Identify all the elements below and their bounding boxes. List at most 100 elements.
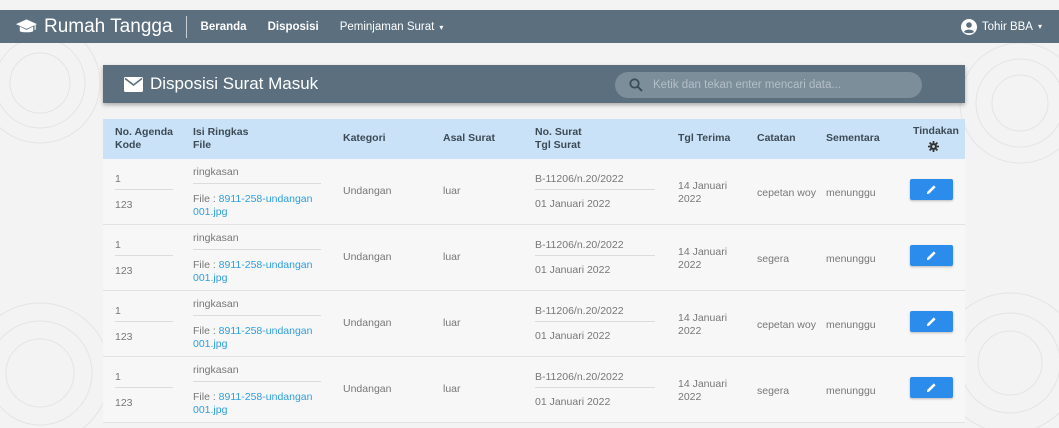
search-input[interactable] [653,79,903,91]
user-menu[interactable]: Tohir BBA ▾ [960,10,1042,43]
cell-divider [535,189,655,190]
cell-tgl-terima: 14 Januari 2022 [678,246,727,272]
nav-link-disposisi[interactable]: Disposisi [268,21,319,33]
file-link-ext[interactable]: 001.jpg [193,272,227,284]
file-prefix: File : [193,193,219,205]
cell-catatan: segera [757,385,790,397]
header-asal-surat[interactable]: Asal Surat [443,132,495,145]
pencil-icon [926,185,936,195]
cell-divider [115,387,173,388]
tgl-terima-line1: 14 Januari [678,378,728,390]
cell-catatan: cepetan woy [757,319,816,331]
file-link[interactable]: 8911-258-undangan [219,193,313,205]
user-circle-icon [960,18,977,35]
cell-agenda: 1 [115,239,121,251]
file-prefix: File : [193,259,219,271]
cell-divider [535,387,655,388]
header-tindakan: Tindakan [913,125,959,156]
cell-kategori: Undangan [343,383,392,395]
cell-file: File : 8911-258-undangan 001.jpg [193,391,312,417]
cell-kode: 123 [115,397,133,409]
file-link[interactable]: 8911-258-undangan [219,325,313,337]
file-link-ext[interactable]: 001.jpg [193,206,227,218]
cell-file: File : 8911-258-undangan 001.jpg [193,325,312,351]
header-no-surat: No. Surat [535,126,582,138]
cell-isi: ringkasan [193,232,239,244]
header-kode: Kode [115,139,142,151]
cell-tgl-surat: 01 Januari 2022 [535,396,611,408]
cell-agenda: 1 [115,305,121,317]
file-prefix: File : [193,325,219,337]
top-navbar: Rumah Tangga Beranda Disposisi Peminjama… [0,10,1059,43]
tgl-terima-line2: 2022 [678,391,702,403]
panel-header: Disposisi Surat Masuk [103,65,965,103]
file-link[interactable]: 8911-258-undangan [219,391,313,403]
cell-asal: luar [443,317,461,329]
envelope-icon [124,76,143,92]
cell-tgl-surat: 01 Januari 2022 [535,264,611,276]
cell-divider [115,321,173,322]
edit-button[interactable] [910,311,953,332]
tgl-terima-line1: 14 Januari [678,180,728,192]
file-link[interactable]: 8911-258-undangan [219,259,313,271]
cell-isi: ringkasan [193,298,239,310]
cell-kategori: Undangan [343,251,392,263]
header-agenda: No. Agenda [115,126,173,138]
edit-button[interactable] [910,377,953,398]
table-row: 1 123 ringkasan File : 8911-258-undangan… [103,225,965,291]
header-catatan[interactable]: Catatan [757,132,796,145]
header-no-tgl-surat[interactable]: No. Surat Tgl Surat [535,126,582,152]
tgl-terima-line1: 14 Januari [678,312,728,324]
header-sementara[interactable]: Sementara [826,132,880,145]
cell-divider [193,315,321,316]
header-kategori[interactable]: Kategori [343,132,386,145]
file-link-ext[interactable]: 001.jpg [193,338,227,350]
cell-divider [193,249,321,250]
cell-catatan: cepetan woy [757,187,816,199]
nav-link-beranda[interactable]: Beranda [201,21,247,33]
cell-kategori: Undangan [343,317,392,329]
cell-kategori: Undangan [343,185,392,197]
header-tindakan-label: Tindakan [913,125,959,137]
cell-sementara: menunggu [826,187,876,199]
header-isi-file[interactable]: Isi Ringkas File [193,126,248,152]
file-prefix: File : [193,391,219,403]
pencil-icon [926,251,936,261]
header-isi: Isi Ringkas [193,126,249,138]
tgl-terima-line2: 2022 [678,193,702,205]
edit-button[interactable] [910,245,953,266]
cell-no-surat: B-11206/n.20/2022 [535,239,624,251]
tgl-terima-line1: 14 Januari [678,246,728,258]
pencil-icon [926,383,936,393]
tgl-terima-line2: 2022 [678,259,702,271]
search-box[interactable] [615,72,922,98]
cell-divider [193,183,321,184]
file-link-ext[interactable]: 001.jpg [193,404,227,416]
cell-kode: 123 [115,265,133,277]
cell-sementara: menunggu [826,385,876,397]
search-icon [629,78,643,92]
chevron-down-icon: ▾ [1037,22,1042,31]
graduation-cap-icon [15,18,38,32]
cell-file: File : 8911-258-undangan 001.jpg [193,193,312,219]
brand[interactable]: Rumah Tangga [15,10,173,43]
chevron-down-icon: ▾ [439,22,444,32]
cell-kode: 123 [115,331,133,343]
header-tgl-terima[interactable]: Tgl Terima [678,132,730,145]
cell-sementara: menunggu [826,319,876,331]
edit-button[interactable] [910,179,953,200]
cell-tgl-surat: 01 Januari 2022 [535,330,611,342]
cell-sementara: menunggu [826,253,876,265]
cell-divider [535,255,655,256]
gear-icon[interactable] [927,141,939,152]
cell-tgl-surat: 01 Januari 2022 [535,198,611,210]
cell-agenda: 1 [115,371,121,383]
table-row: 1 123 ringkasan File : 8911-258-undangan… [103,291,965,357]
cell-no-surat: B-11206/n.20/2022 [535,305,624,317]
cell-asal: luar [443,383,461,395]
nav-dropdown-peminjaman-surat[interactable]: Peminjaman Surat ▾ [340,21,444,33]
user-name: Tohir BBA [981,20,1033,33]
cell-file: File : 8911-258-undangan 001.jpg [193,259,312,285]
header-agenda-kode[interactable]: No. Agenda Kode [115,126,173,152]
header-tgl-surat: Tgl Surat [535,139,581,151]
